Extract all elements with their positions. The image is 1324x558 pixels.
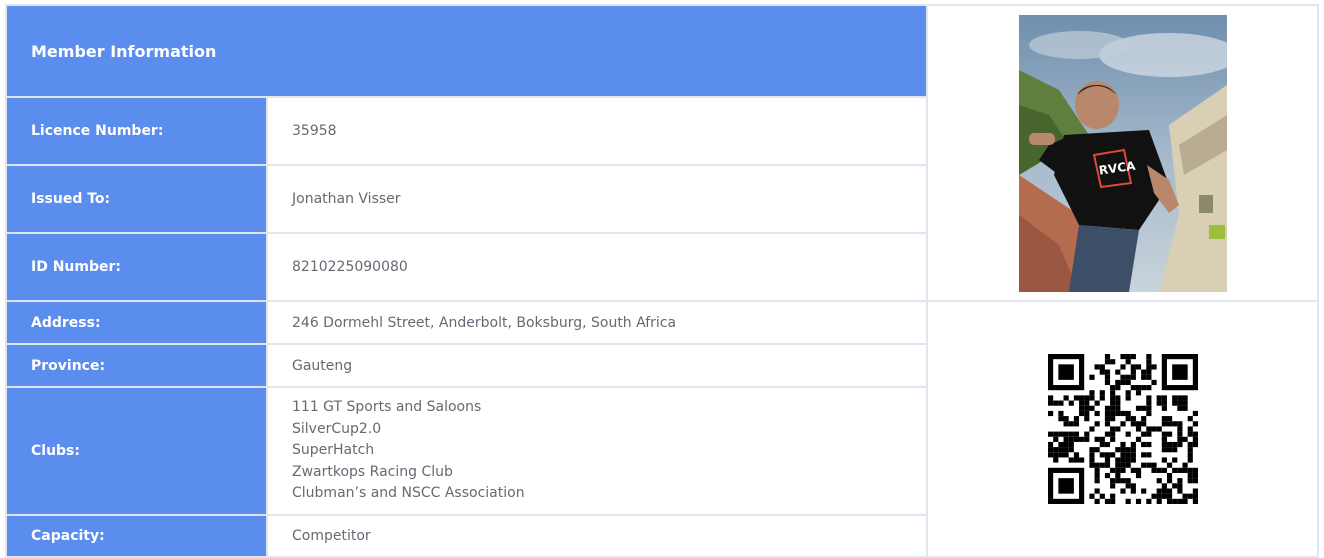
qr-code <box>1047 354 1198 504</box>
id-number-value: 8210225090080 <box>268 234 926 300</box>
address-label: Address: <box>7 302 266 343</box>
clubs-list: 111 GT Sports and Saloons SilverCup2.0 S… <box>268 388 926 514</box>
capacity-value: Competitor <box>268 516 926 556</box>
issued-to-label: Issued To: <box>7 166 266 232</box>
photo-cell: RVCA <box>928 6 1317 300</box>
club-item: SilverCup2.0 <box>292 420 382 437</box>
province-label: Province: <box>7 345 266 386</box>
capacity-label: Capacity: <box>7 516 266 556</box>
member-photo: RVCA <box>1018 14 1227 292</box>
member-information-table: Member Information RVCA Licence Number: … <box>5 4 1319 558</box>
id-number-label: ID Number: <box>7 234 266 300</box>
section-title: Member Information <box>7 6 926 96</box>
province-value: Gauteng <box>268 345 926 386</box>
licence-number-label: Licence Number: <box>7 98 266 164</box>
club-item: 111 GT Sports and Saloons <box>292 399 482 416</box>
licence-number-value: 35958 <box>268 98 926 164</box>
club-item: Clubman’s and NSCC Association <box>292 485 525 502</box>
club-item: Zwartkops Racing Club <box>292 463 453 480</box>
address-value: 246 Dormehl Street, Anderbolt, Boksburg,… <box>268 302 926 343</box>
club-item: SuperHatch <box>292 442 375 459</box>
issued-to-value: Jonathan Visser <box>268 166 926 232</box>
qr-cell <box>928 302 1317 556</box>
clubs-label: Clubs: <box>7 388 266 514</box>
